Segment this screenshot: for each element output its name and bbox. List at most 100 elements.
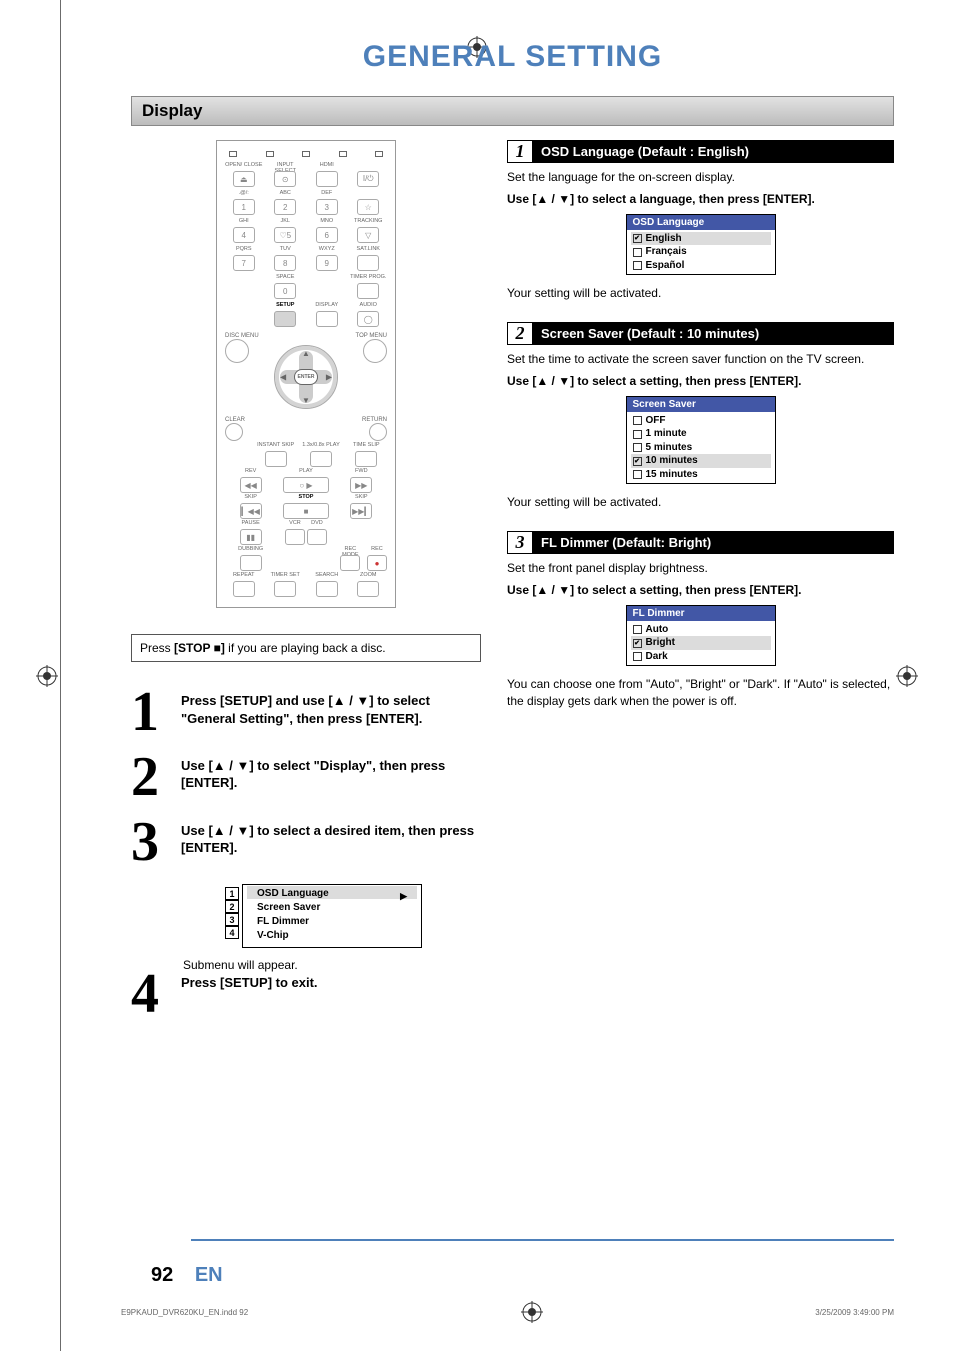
time-slip-btn <box>355 451 377 467</box>
remote-label: AUDIO <box>360 303 377 311</box>
step-text: Use [▲ / ▼] to select "Display", then pr… <box>181 755 481 800</box>
remote-button <box>316 171 338 187</box>
osd-menu-item-label: Français <box>646 245 687 259</box>
instant-skip-btn <box>265 451 287 467</box>
fwd-btn: ▶▶ <box>350 477 372 493</box>
section-after-note: Your setting will be activated. <box>507 285 894 302</box>
remote-button: 1 <box>233 199 255 215</box>
vcr-label: VCR <box>285 521 305 529</box>
remote-illustration: OPEN/ CLOSE⏏INPUT SELECT⊙HDMII/⏻.@/:1ABC… <box>216 140 396 608</box>
setting-section-2: 2Screen Saver (Default : 10 minutes)Set … <box>507 322 894 511</box>
submenu-badge: 3 <box>225 913 239 926</box>
osd-menu-item-label: English <box>646 232 682 246</box>
section-description: Set the front panel display brightness. <box>507 560 894 577</box>
dvd-btn <box>307 529 327 545</box>
skip-next-label: SKIP <box>355 495 368 503</box>
remote-button: 6 <box>316 227 338 243</box>
pause-btn: ▮▮ <box>240 529 262 545</box>
pause-label: PAUSE <box>242 521 260 529</box>
step-2: 2Use [▲ / ▼] to select "Display", then p… <box>131 755 481 800</box>
section-number: 2 <box>507 322 533 345</box>
remote-button: 7 <box>233 255 255 271</box>
remote-label: OPEN/ CLOSE <box>225 163 262 171</box>
rev-label: REV <box>245 469 256 477</box>
osd-menu-item: 1 minute <box>631 427 771 441</box>
section-title: Screen Saver (Default : 10 minutes) <box>533 322 894 345</box>
remote-button <box>357 283 379 299</box>
section-number: 1 <box>507 140 533 163</box>
checkbox-icon <box>633 261 642 270</box>
checkbox-icon <box>633 430 642 439</box>
remote-label: ABC <box>280 191 291 199</box>
remote-button: ⏏ <box>233 171 255 187</box>
dvd-label: DVD <box>307 521 327 529</box>
rec-btn: ● <box>367 555 387 571</box>
osd-menu: FL DimmerAutoBrightDark <box>626 605 776 667</box>
remote-label: DEF <box>321 191 332 199</box>
section-number: 3 <box>507 531 533 554</box>
note-stop: [STOP ■] <box>174 641 225 655</box>
remote-label: SEARCH <box>315 573 338 581</box>
remote-button <box>316 581 338 597</box>
checkbox-icon <box>633 470 642 479</box>
checkbox-icon <box>633 248 642 257</box>
remote-label: GHI <box>239 219 249 227</box>
section-instruction: Use [▲ / ▼] to select a setting, then pr… <box>507 374 894 388</box>
remote-label: WXYZ <box>319 247 335 255</box>
remote-button: 9 <box>316 255 338 271</box>
osd-menu-item-label: 10 minutes <box>646 454 698 468</box>
footer-time: 3/25/2009 3:49:00 PM <box>815 1308 894 1317</box>
vcr-btn <box>285 529 305 545</box>
osd-menu-item: Español <box>631 259 771 273</box>
remote-button: ⊙ <box>274 171 296 187</box>
disc-menu-label: DISC MENU <box>225 333 259 339</box>
remote-label: SPACE <box>276 275 294 283</box>
skip-prev-label: SKIP <box>244 495 257 503</box>
remote-label: TIMER SET <box>271 573 300 581</box>
checkbox-icon <box>633 234 642 243</box>
remote-button: 4 <box>233 227 255 243</box>
step-1: 1Press [SETUP] and use [▲ / ▼] to select… <box>131 690 481 735</box>
section-heading: Display <box>131 96 894 126</box>
submenu-item: Screen Saver <box>251 901 413 915</box>
submenu-note: Submenu will appear. <box>183 958 481 972</box>
rev-btn: ◀◀ <box>240 477 262 493</box>
remote-button <box>357 255 379 271</box>
time-slip-label: TIME SLIP <box>353 443 380 451</box>
step-number: 4 <box>131 972 169 1017</box>
page-number: 92 <box>151 1264 173 1286</box>
osd-menu-item-label: Dark <box>646 650 668 664</box>
submenu-badge: 4 <box>225 926 239 939</box>
top-menu-label: TOP MENU <box>356 333 387 339</box>
osd-menu-item-label: Auto <box>646 623 669 637</box>
remote-label: TRACKING <box>354 219 382 227</box>
section-description: Set the language for the on-screen displ… <box>507 169 894 186</box>
section-after-note: Your setting will be activated. <box>507 494 894 511</box>
return-label: RETURN <box>362 417 387 423</box>
stop-btn: ■ <box>283 503 329 519</box>
section-instruction: Use [▲ / ▼] to select a setting, then pr… <box>507 583 894 597</box>
section-title: FL Dimmer (Default: Bright) <box>533 531 894 554</box>
setting-section-3: 3FL Dimmer (Default: Bright) Set the fron… <box>507 531 894 710</box>
checkbox-icon <box>633 639 642 648</box>
remote-button: ☆ <box>357 199 379 215</box>
step-3: 3Use [▲ / ▼] to select a desired item, t… <box>131 820 481 865</box>
submenu-badge: 2 <box>225 900 239 913</box>
osd-menu-header: Screen Saver <box>627 397 775 412</box>
submenu-item: OSD Language▶ <box>251 887 413 901</box>
play-label: PLAY <box>299 469 313 477</box>
disc-menu-button <box>225 339 249 363</box>
top-menu-button <box>363 339 387 363</box>
osd-menu-item: Français <box>631 245 771 259</box>
crop-mark-left <box>36 665 58 687</box>
osd-menu: OSD LanguageEnglishFrançaisEspañol <box>626 214 776 276</box>
remote-button <box>233 581 255 597</box>
osd-menu-item: OFF <box>631 414 771 428</box>
osd-menu-item-label: Español <box>646 259 685 273</box>
checkbox-icon <box>633 625 642 634</box>
remote-button: 3 <box>316 199 338 215</box>
remote-button: I/⏻ <box>357 171 379 187</box>
step-text: Press [SETUP] to exit. <box>181 972 481 1017</box>
remote-button <box>316 311 338 327</box>
play-btn: ○ ▶ <box>283 477 329 493</box>
